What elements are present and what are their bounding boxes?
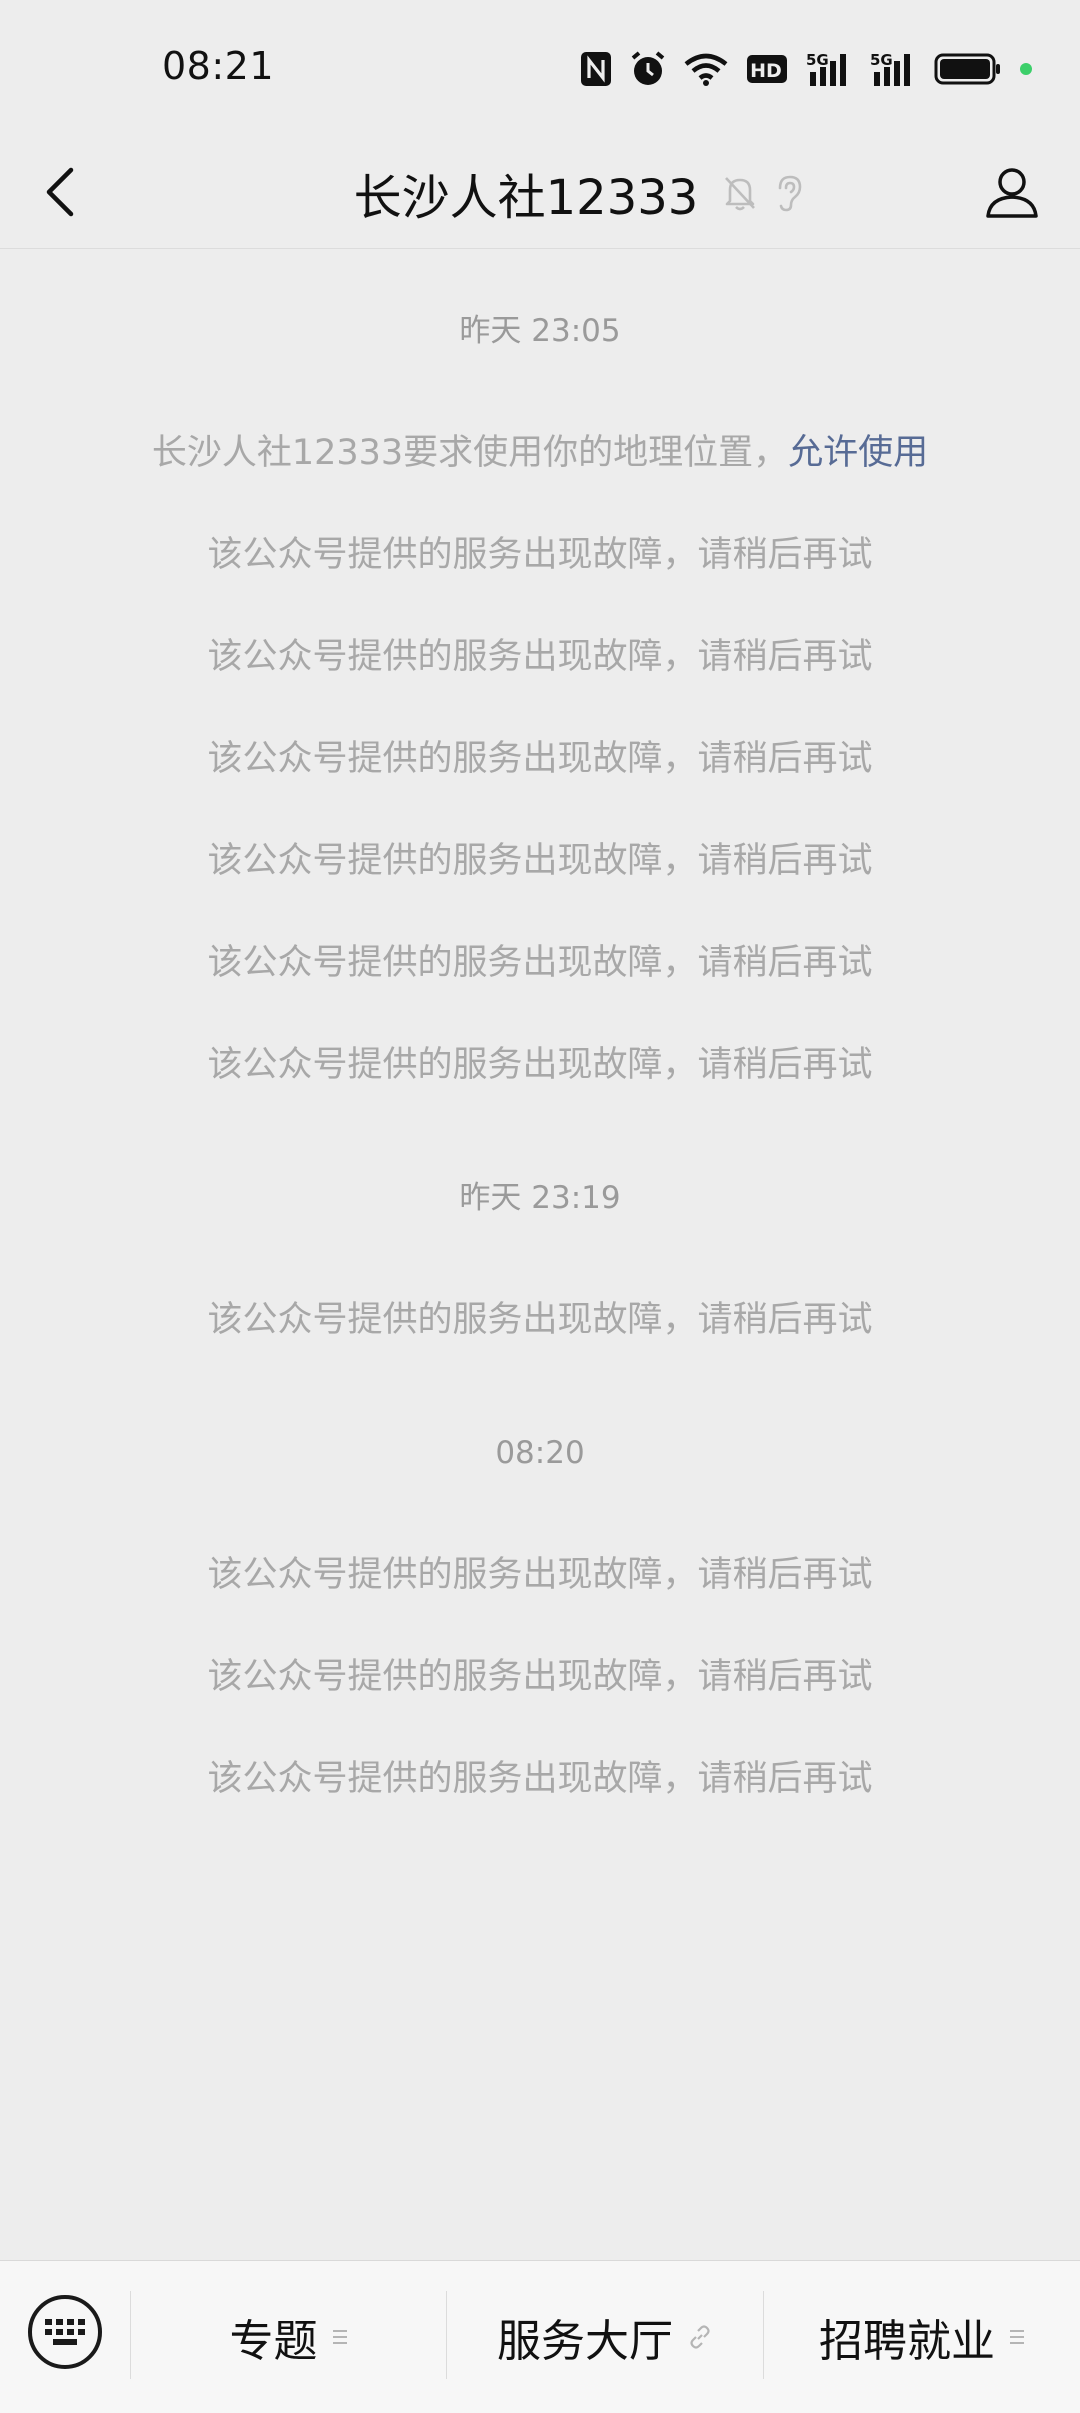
status-icons: HD 5G 5G — [580, 48, 1032, 90]
bottom-menu-bar: 专题 服务大厅 招聘就业 — [0, 2260, 1080, 2413]
chat-area: 昨天 23:05 长沙人社12333要求使用你的地理位置，允许使用 该公众号提供… — [0, 249, 1080, 2259]
bell-off-icon — [725, 177, 756, 211]
allow-location-link[interactable]: 允许使用 — [788, 433, 928, 473]
menu-item-label: 招聘就业 — [819, 2316, 995, 2367]
system-message: 该公众号提供的服务出现故障，请稍后再试 — [207, 841, 873, 881]
title-icons — [722, 173, 804, 213]
location-request-text: 长沙人社12333要求使用你的地理位置， — [151, 433, 789, 473]
system-message: 该公众号提供的服务出现故障，请稍后再试 — [207, 535, 873, 575]
menu-item-recruitment[interactable]: 招聘就业 — [764, 2261, 1080, 2413]
signal-5g-icon: 5G — [806, 50, 852, 88]
ear-icon — [779, 175, 802, 212]
timestamp: 昨天 23:05 — [459, 313, 621, 349]
menu-lines-icon — [1009, 2328, 1025, 2346]
title-wrap: 长沙人社12333 — [0, 138, 1080, 248]
keyboard-icon — [45, 2319, 85, 2345]
system-message: 该公众号提供的服务出现故障，请稍后再试 — [207, 1555, 873, 1595]
timestamp: 08:20 — [495, 1435, 585, 1471]
menu-item-label: 服务大厅 — [497, 2316, 673, 2367]
menu-item-service-hall[interactable]: 服务大厅 — [447, 2261, 763, 2413]
system-message: 该公众号提供的服务出现故障，请稍后再试 — [207, 739, 873, 779]
online-dot-icon — [1020, 63, 1032, 75]
location-request-message: 长沙人社12333要求使用你的地理位置，允许使用 — [0, 431, 1080, 475]
link-icon — [687, 2324, 713, 2350]
nfc-icon — [580, 51, 612, 87]
battery-icon — [934, 53, 1002, 85]
keyboard-toggle-button[interactable] — [28, 2295, 102, 2369]
system-message: 该公众号提供的服务出现故障，请稍后再试 — [207, 1657, 873, 1697]
menu-item-topics[interactable]: 专题 — [131, 2261, 446, 2413]
hd-icon: HD — [746, 53, 788, 85]
status-bar: 08:21 HD 5G 5G — [0, 0, 1080, 138]
hd-label: HD — [750, 60, 782, 82]
system-message: 该公众号提供的服务出现故障，请稍后再试 — [207, 1759, 873, 1799]
net-label: 5G — [806, 51, 829, 69]
system-message: 该公众号提供的服务出现故障，请稍后再试 — [207, 637, 873, 677]
system-message: 该公众号提供的服务出现故障，请稍后再试 — [207, 943, 873, 983]
page-title: 长沙人社12333 — [353, 170, 699, 226]
signal-5g-icon: 5G — [870, 50, 916, 88]
profile-button[interactable] — [974, 154, 1050, 230]
wifi-icon — [684, 52, 728, 86]
timestamp: 昨天 23:19 — [459, 1180, 621, 1216]
user-icon — [986, 168, 1038, 218]
alarm-icon — [630, 50, 666, 88]
chat-header: 长沙人社12333 — [0, 138, 1080, 249]
system-message: 该公众号提供的服务出现故障，请稍后再试 — [207, 1045, 873, 1085]
menu-item-label: 专题 — [229, 2316, 318, 2367]
status-time: 08:21 — [162, 44, 275, 88]
menu-lines-icon — [332, 2328, 348, 2346]
net-label: 5G — [870, 51, 893, 69]
system-message: 该公众号提供的服务出现故障，请稍后再试 — [207, 1300, 873, 1340]
